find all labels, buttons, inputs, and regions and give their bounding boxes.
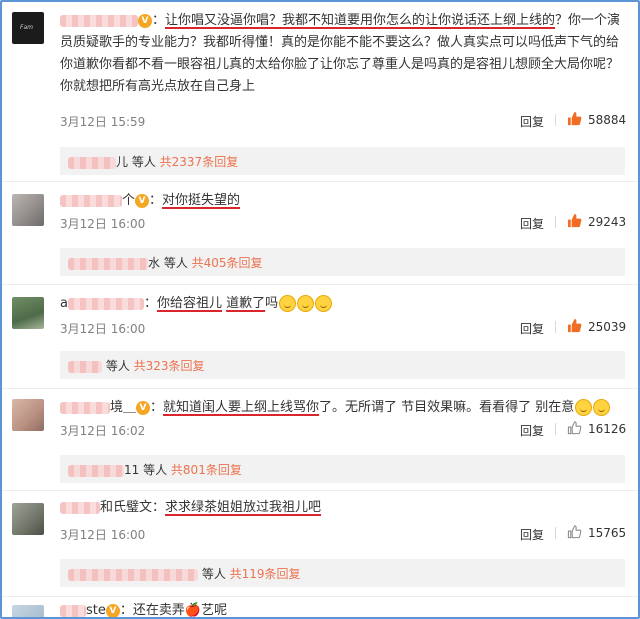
divider <box>2 284 638 285</box>
reply-summary[interactable]: 11 等人 共801条回复 <box>60 455 625 483</box>
comment-text: ste V ：还在卖弄🍎艺呢 <box>60 600 625 617</box>
avatar[interactable] <box>12 194 44 226</box>
comment-text: 个 V ：对你挺失望的 <box>60 190 625 212</box>
reply-button[interactable]: 回复 <box>520 113 544 130</box>
avatar-text: Fam <box>20 24 33 31</box>
avatar[interactable]: Fam <box>12 12 44 44</box>
reply-button[interactable]: 回复 <box>520 526 544 543</box>
comment-meta: 3月12日 16:00 回复 25039 <box>60 318 632 338</box>
divider <box>2 388 638 389</box>
like-count: 58884 <box>588 113 627 127</box>
like-count: 29243 <box>588 215 627 229</box>
more-replies-link[interactable]: 共801条回复 <box>171 463 242 477</box>
username-blurred[interactable] <box>60 501 100 514</box>
thumb-up-icon[interactable] <box>567 420 582 435</box>
like-count: 25039 <box>588 320 627 334</box>
comment-text: a ：你给容祖儿 道歉了吗 <box>60 293 625 315</box>
divider <box>555 423 556 435</box>
username-blurred[interactable] <box>60 14 138 27</box>
avatar[interactable] <box>12 297 44 329</box>
divider <box>555 114 556 126</box>
reply-button[interactable]: 回复 <box>520 215 544 232</box>
laugh-cry-emoji-icon <box>575 399 593 416</box>
reply-summary[interactable]: 儿 等人 共2337条回复 <box>60 147 625 175</box>
vip-badge-icon: V <box>136 400 151 415</box>
more-replies-link[interactable]: 共405条回复 <box>192 256 263 270</box>
smile-emoji-icon <box>315 295 333 312</box>
username-blurred[interactable] <box>67 297 144 310</box>
thumb-up-icon[interactable] <box>567 213 582 228</box>
more-replies-link[interactable]: 共2337条回复 <box>160 155 239 169</box>
smile-emoji-icon <box>297 295 315 312</box>
comment-time: 3月12日 16:00 <box>60 217 146 231</box>
reply-summary[interactable]: 水 等人 共405条回复 <box>60 248 625 276</box>
thumb-up-icon[interactable] <box>567 524 582 539</box>
reply-button[interactable]: 回复 <box>520 422 544 439</box>
vip-badge-icon: V <box>138 13 152 28</box>
smile-emoji-icon <box>279 295 297 312</box>
comment-time: 3月12日 15:59 <box>60 115 146 129</box>
avatar[interactable] <box>12 605 44 617</box>
more-replies-link[interactable]: 共119条回复 <box>230 567 301 581</box>
reply-summary[interactable]: 等人 共323条回复 <box>60 351 625 379</box>
comment-meta: 3月12日 16:00 回复 15765 <box>60 524 632 544</box>
comment-list: Fam V ：让你唱又没逼你唱？我都不知道要用你怎么的让你说话还上纲上线的？你一个… <box>0 0 640 619</box>
vip-badge-icon: V <box>105 603 120 617</box>
reply-button[interactable]: 回复 <box>520 320 544 337</box>
comment-meta: 3月12日 15:59 回复 58884 <box>60 111 632 131</box>
avatar[interactable] <box>12 503 44 535</box>
comment-meta: 3月12日 16:02 回复 16126 <box>60 420 632 440</box>
avatar[interactable] <box>12 399 44 431</box>
divider <box>2 490 638 491</box>
thumb-up-icon[interactable] <box>567 111 582 126</box>
like-count: 15765 <box>588 526 627 540</box>
username-blurred[interactable] <box>60 194 122 207</box>
reply-summary[interactable]: 等人 共119条回复 <box>60 559 625 587</box>
thumb-up-icon[interactable] <box>567 318 582 333</box>
laugh-cry-emoji-icon <box>593 399 611 416</box>
divider <box>555 216 556 228</box>
comment-text: 和氏璧文：求求绿茶姐姐放过我祖儿吧 <box>60 497 625 519</box>
divider <box>555 321 556 333</box>
vip-badge-icon: V <box>135 193 150 208</box>
comment-text: 境＿ V ：就知道闺人要上纲上线骂你了。无所谓了 节目效果嘛。看看得了 别在意 <box>60 397 625 419</box>
comment-time: 3月12日 16:00 <box>60 322 146 336</box>
divider <box>2 596 638 597</box>
comment-text: V ：让你唱又没逼你唱？我都不知道要用你怎么的让你说话还上纲上线的？你一个演员质疑… <box>60 13 621 94</box>
comment-time: 3月12日 16:00 <box>60 528 146 542</box>
more-replies-link[interactable]: 共323条回复 <box>134 359 205 373</box>
comment-time: 3月12日 16:02 <box>60 424 146 438</box>
username-blurred[interactable] <box>60 604 86 617</box>
like-count: 16126 <box>588 422 627 436</box>
divider <box>2 181 638 182</box>
comment-meta: 3月12日 16:00 回复 29243 <box>60 213 632 233</box>
divider <box>555 527 556 539</box>
username-blurred[interactable] <box>60 401 110 414</box>
